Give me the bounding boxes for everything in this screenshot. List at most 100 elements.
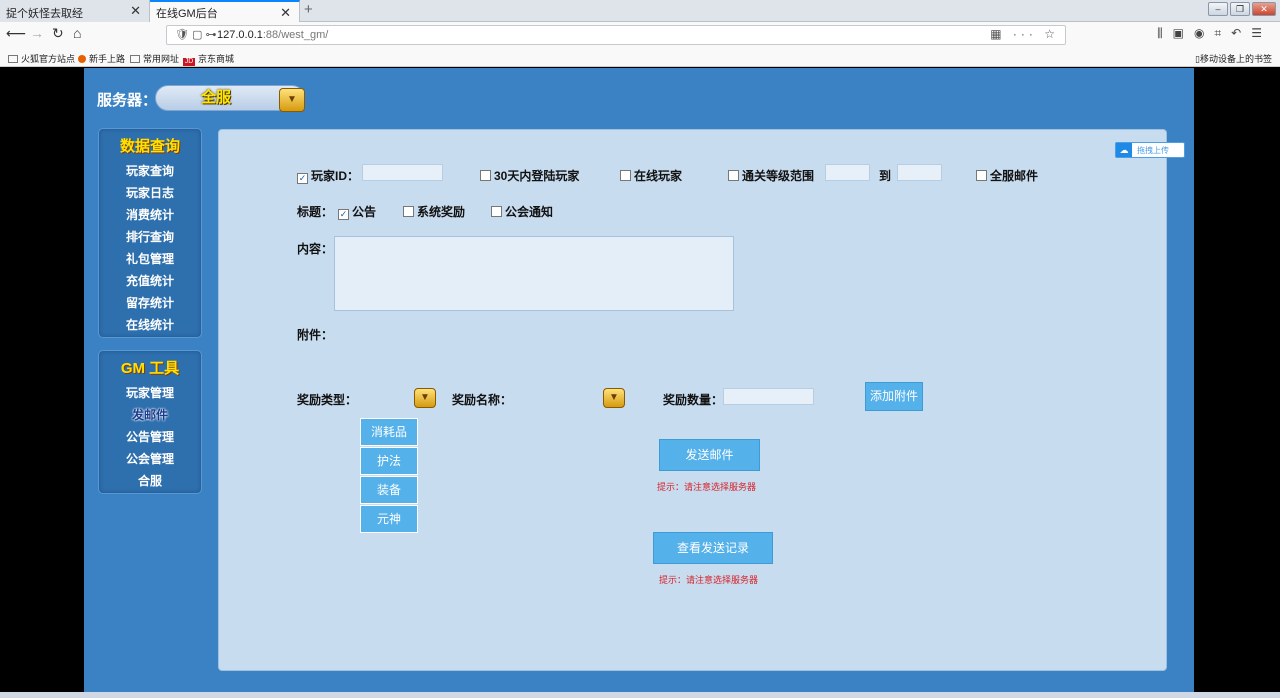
url-bar[interactable]: 🛡 ▢ ⊶ 127.0.0.1:88/west_gm/ ▦ ··· ☆ <box>166 25 1066 45</box>
tab-title: 捉个妖怪去取经 <box>6 8 83 20</box>
home-icon[interactable]: ⌂ <box>73 25 81 41</box>
sidebar-item-rank-query[interactable]: 排行查询 <box>99 226 201 248</box>
sidebar-query-title: 数据查询 <box>119 138 180 155</box>
jd-icon: JD <box>183 58 195 66</box>
bookmark-item[interactable]: 新手上路 <box>78 52 125 65</box>
back-icon[interactable]: ⟵ <box>6 25 26 42</box>
sidebar-item-player-manage[interactable]: 玩家管理 <box>99 382 201 404</box>
checkbox-checked-icon[interactable]: ✓ <box>338 209 349 220</box>
to-label: 到 <box>879 169 892 183</box>
bookmark-label: 火狐官方站点 <box>21 54 76 64</box>
bookmark-label: 新手上路 <box>89 54 126 64</box>
reward-type-option[interactable]: 护法 <box>360 447 418 475</box>
sidebar-gm: GM 工具 玩家管理 发邮件 公告管理 公会管理 合服 <box>98 350 202 494</box>
title-label: 标题： <box>297 205 334 219</box>
sidebar-item-player-query[interactable]: 玩家查询 <box>99 160 201 182</box>
firefox-icon <box>78 55 86 63</box>
records-hint: 提示：请注意选择服务器 <box>659 575 759 585</box>
checkbox-icon[interactable] <box>480 170 491 181</box>
bookmark-item[interactable]: 常用网址 <box>130 52 179 65</box>
login30-option[interactable]: 30天内登陆玩家 <box>480 167 579 184</box>
title-option-guild-notice[interactable]: 公会通知 <box>491 203 553 220</box>
checkbox-icon[interactable] <box>491 206 502 217</box>
reward-type-dropdown-icon[interactable]: ▼ <box>414 388 436 408</box>
folder-icon <box>8 55 18 63</box>
sidebar-item-notice-manage[interactable]: 公告管理 <box>99 426 201 448</box>
player-id-input[interactable] <box>362 164 443 181</box>
bookmark-item[interactable]: 火狐官方站点 <box>8 52 75 65</box>
sidebar-item-send-mail[interactable]: 发邮件 <box>99 404 201 426</box>
level-range-option[interactable]: 通关等级范围 <box>728 167 814 184</box>
browser-tab-bar: 捉个妖怪去取经 ✕ 在线GM后台 ✕ + – ❐ ✕ <box>0 0 1280 22</box>
send-hint: 提示：请注意选择服务器 <box>657 482 757 492</box>
lock-icon: 🛡 ▢ ⊶ <box>175 29 217 41</box>
mail-panel: ☁ 拖拽上传 ✓ 玩家ID： 30天内登陆玩家 在线玩家 通关等级范围 到 全服邮件… <box>218 129 1185 671</box>
checkbox-icon[interactable] <box>728 170 739 181</box>
sidebar-gm-title: GM 工具 <box>120 360 180 377</box>
sidebar-item-player-log[interactable]: 玩家日志 <box>99 182 201 204</box>
reward-type-label: 奖励类型： <box>297 393 358 407</box>
reward-count-label: 奖励数量： <box>663 393 724 407</box>
window-close-icon[interactable]: ✕ <box>1252 2 1276 16</box>
url-path: :88/west_gm/ <box>262 29 329 41</box>
close-icon[interactable]: ✕ <box>280 5 291 21</box>
mobile-bookmarks[interactable]: ▯移动设备上的书签 <box>1195 52 1272 65</box>
level-to-input[interactable] <box>897 164 942 181</box>
reward-name-dropdown-icon[interactable]: ▼ <box>603 388 625 408</box>
server-label: 服务器： <box>97 92 158 109</box>
cloud-icon: ☁ <box>1116 143 1132 157</box>
toolbar-icons[interactable]: ⫼▣◉⌗↶☰ <box>1157 26 1272 41</box>
bookmarks-bar: 火狐官方站点 新手上路 常用网址 JD 京东商城 ▯移动设备上的书签 <box>0 48 1280 67</box>
gm-page: 服务器： 全服 ▼ 数据查询 玩家查询 玩家日志 消费统计 排行查询 礼包管理 … <box>84 68 1194 692</box>
reward-type-option[interactable]: 消耗品 <box>360 418 418 446</box>
online-option[interactable]: 在线玩家 <box>620 167 682 184</box>
minimize-icon[interactable]: – <box>1208 2 1228 16</box>
restore-icon[interactable]: ❐ <box>1230 2 1250 16</box>
browser-tab-active[interactable]: 在线GM后台 ✕ <box>150 0 300 22</box>
reward-name-label: 奖励名称： <box>452 393 513 407</box>
sidebar-item-recharge-stats[interactable]: 充值统计 <box>99 270 201 292</box>
page-actions-icon[interactable]: ▦ ··· ☆ <box>990 27 1059 41</box>
content-label: 内容： <box>297 242 334 256</box>
sidebar-item-gift-manage[interactable]: 礼包管理 <box>99 248 201 270</box>
sidebar-item-retention-stats[interactable]: 留存统计 <box>99 292 201 314</box>
add-attachment-button[interactable]: 添加附件 <box>865 382 923 411</box>
reward-count-input[interactable] <box>723 388 814 405</box>
checkbox-icon[interactable] <box>403 206 414 217</box>
player-id-option[interactable]: ✓ 玩家ID： <box>297 167 359 184</box>
send-mail-button[interactable]: 发送邮件 <box>659 439 760 471</box>
sidebar-query: 数据查询 玩家查询 玩家日志 消费统计 排行查询 礼包管理 充值统计 留存统计 … <box>98 128 202 338</box>
upload-button[interactable]: ☁ 拖拽上传 <box>1115 142 1185 158</box>
all-mail-option[interactable]: 全服邮件 <box>976 167 1038 184</box>
taskbar <box>0 692 1280 698</box>
attachment-label: 附件： <box>297 328 334 342</box>
close-icon[interactable]: ✕ <box>130 3 141 19</box>
folder-icon <box>130 55 140 63</box>
sidebar-item-merge-server[interactable]: 合服 <box>99 470 201 492</box>
tab-title: 在线GM后台 <box>156 8 218 20</box>
reload-icon[interactable]: ↻ <box>52 25 64 42</box>
sidebar-item-consume-stats[interactable]: 消费统计 <box>99 204 201 226</box>
checkbox-checked-icon[interactable]: ✓ <box>297 173 308 184</box>
title-option-notice[interactable]: ✓ 公告 <box>338 203 376 220</box>
url-host: 127.0.0.1 <box>217 29 263 41</box>
checkbox-icon[interactable] <box>976 170 987 181</box>
sidebar-item-guild-manage[interactable]: 公会管理 <box>99 448 201 470</box>
level-from-input[interactable] <box>825 164 870 181</box>
server-dropdown-icon[interactable]: ▼ <box>279 88 305 112</box>
sidebar-item-online-stats[interactable]: 在线统计 <box>99 314 201 336</box>
reward-type-option[interactable]: 装备 <box>360 476 418 504</box>
content-textarea[interactable] <box>334 236 734 311</box>
forward-icon[interactable]: → <box>30 25 44 41</box>
title-option-system-reward[interactable]: 系统奖励 <box>403 203 465 220</box>
bookmark-label: 京东商城 <box>198 54 235 64</box>
bookmark-item[interactable]: JD 京东商城 <box>183 52 234 66</box>
new-tab-icon[interactable]: + <box>304 1 313 18</box>
browser-tab[interactable]: 捉个妖怪去取经 ✕ <box>0 0 150 22</box>
bookmark-label: 常用网址 <box>143 54 180 64</box>
reward-type-option[interactable]: 元神 <box>360 505 418 533</box>
browser-nav-bar: ⟵ → ↻ ⌂ 🛡 ▢ ⊶ 127.0.0.1:88/west_gm/ ▦ ··… <box>0 22 1280 48</box>
window-controls: – ❐ ✕ <box>1208 2 1276 16</box>
checkbox-icon[interactable] <box>620 170 631 181</box>
view-records-button[interactable]: 查看发送记录 <box>653 532 773 564</box>
